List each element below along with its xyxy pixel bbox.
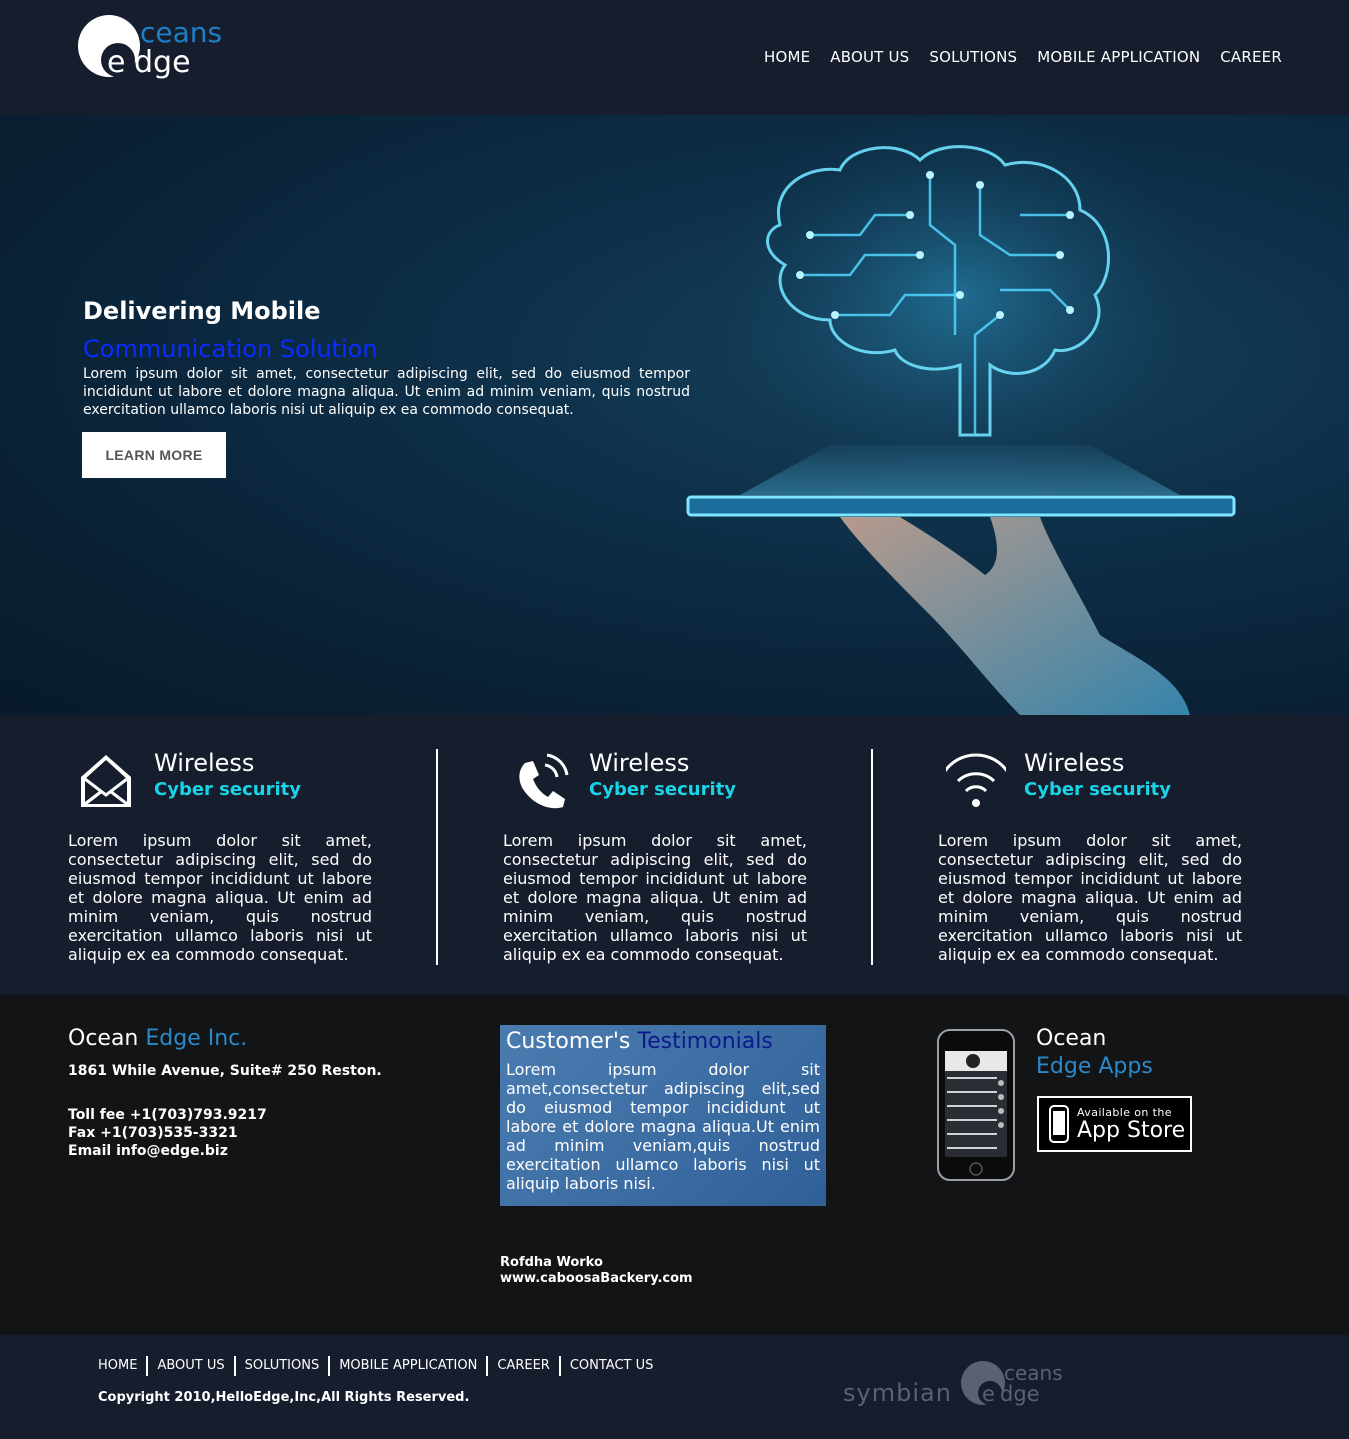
hero-description: Lorem ipsum dolor sit amet, consectetur … — [83, 366, 690, 418]
nav-solutions[interactable]: SOLUTIONS — [929, 48, 1017, 66]
nav-home[interactable]: HOME — [764, 48, 810, 66]
oceans-edge-logo[interactable]: ceans e dge — [78, 14, 238, 80]
logo-bottom-text: dge — [134, 45, 191, 80]
footer-nav-home[interactable]: HOME — [98, 1356, 146, 1376]
testimonials-title-accent: Testimonials — [637, 1029, 773, 1054]
company-title-main: Ocean — [68, 1026, 139, 1051]
company-title: Ocean Edge Inc. — [68, 1026, 247, 1051]
nav-career[interactable]: CAREER — [1220, 48, 1282, 66]
hero-subtitle: Communication Solution — [83, 335, 378, 363]
feature-title: Wireless — [154, 749, 255, 777]
feature-text: Lorem ipsum dolor sit amet, consectetur … — [938, 831, 1242, 964]
footer-nav-career[interactable]: CAREER — [486, 1356, 558, 1376]
footer-oceans-edge-logo: ceans e dge — [961, 1361, 1063, 1406]
testimonials-title: Customer's Testimonials — [506, 1029, 820, 1054]
nav-about-us[interactable]: ABOUT US — [830, 48, 909, 66]
phone-icon — [519, 753, 569, 809]
wifi-icon — [946, 753, 1006, 807]
feature-title: Wireless — [589, 749, 690, 777]
feature-title: Wireless — [1024, 749, 1125, 777]
footer-nav-contact-us[interactable]: CONTACT US — [558, 1356, 663, 1376]
feature-divider — [436, 749, 438, 965]
footer-logo-bottom-text: dge — [1000, 1382, 1040, 1406]
testimonial-text: Lorem ipsum dolor sit amet,consectetur a… — [506, 1060, 820, 1193]
feature-subtitle: Cyber security — [1024, 779, 1171, 800]
company-address: 1861 While Avenue, Suite# 250 Reston. — [68, 1063, 382, 1079]
hero-title: Delivering Mobile — [83, 297, 321, 325]
author-site: www.caboosaBackery.com — [500, 1271, 693, 1286]
iphone-image — [937, 1029, 1015, 1181]
iphone-icon — [1049, 1105, 1069, 1143]
feature-subtitle: Cyber security — [589, 779, 736, 800]
features-section: Wireless Cyber security Lorem ipsum dolo… — [0, 715, 1349, 995]
site-footer: HOME ABOUT US SOLUTIONS MOBILE APPLICATI… — [0, 1335, 1349, 1439]
testimonials-box: Customer's Testimonials Lorem ipsum dolo… — [500, 1025, 826, 1206]
brain-circuit-hand-image — [686, 115, 1236, 715]
apps-title: Ocean — [1036, 1026, 1107, 1051]
app-store-badge[interactable]: Available on the App Store — [1037, 1096, 1192, 1152]
feature-subtitle: Cyber security — [154, 779, 301, 800]
footer-nav: HOME ABOUT US SOLUTIONS MOBILE APPLICATI… — [98, 1356, 662, 1376]
app-store-line1: Available on the — [1077, 1105, 1172, 1119]
symbian-logo: symbian — [843, 1379, 952, 1407]
testimonial-author: Rofdha Worko www.caboosaBackery.com — [500, 1255, 693, 1287]
site-header: ceans e dge HOME ABOUT US SOLUTIONS MOBI… — [0, 0, 1349, 115]
feature-text: Lorem ipsum dolor sit amet, consectetur … — [503, 831, 807, 964]
mail-icon — [81, 755, 131, 807]
main-nav: HOME ABOUT US SOLUTIONS MOBILE APPLICATI… — [764, 48, 1282, 66]
testimonials-title-main: Customer's — [506, 1029, 631, 1054]
footer-nav-about-us[interactable]: ABOUT US — [146, 1356, 233, 1376]
hero-banner: Delivering Mobile Communication Solution… — [0, 115, 1349, 715]
learn-more-button[interactable]: LEARN MORE — [82, 432, 226, 478]
feature-divider — [871, 749, 873, 965]
nav-mobile-application[interactable]: MOBILE APPLICATION — [1037, 48, 1200, 66]
svg-text:e: e — [107, 45, 125, 80]
company-contact: Toll fee +1(703)793.9217 Fax +1(703)535-… — [68, 1106, 267, 1160]
fax-number: Fax +1(703)535-3321 — [68, 1125, 238, 1141]
info-section: Ocean Edge Inc. 1861 While Avenue, Suite… — [0, 995, 1349, 1335]
apps-subtitle: Edge Apps — [1036, 1054, 1153, 1079]
svg-text:e: e — [982, 1382, 995, 1406]
email-address: Email info@edge.biz — [68, 1143, 228, 1159]
feature-text: Lorem ipsum dolor sit amet, consectetur … — [68, 831, 372, 964]
footer-nav-mobile-application[interactable]: MOBILE APPLICATION — [328, 1356, 486, 1376]
app-store-line2: App Store — [1077, 1117, 1186, 1143]
copyright: Copyright 2010,HelloEdge,Inc,All Rights … — [98, 1390, 470, 1405]
footer-nav-solutions[interactable]: SOLUTIONS — [233, 1356, 329, 1376]
toll-free-number: Toll fee +1(703)793.9217 — [68, 1107, 267, 1123]
company-title-accent: Edge Inc. — [145, 1026, 248, 1051]
author-name: Rofdha Worko — [500, 1255, 603, 1270]
